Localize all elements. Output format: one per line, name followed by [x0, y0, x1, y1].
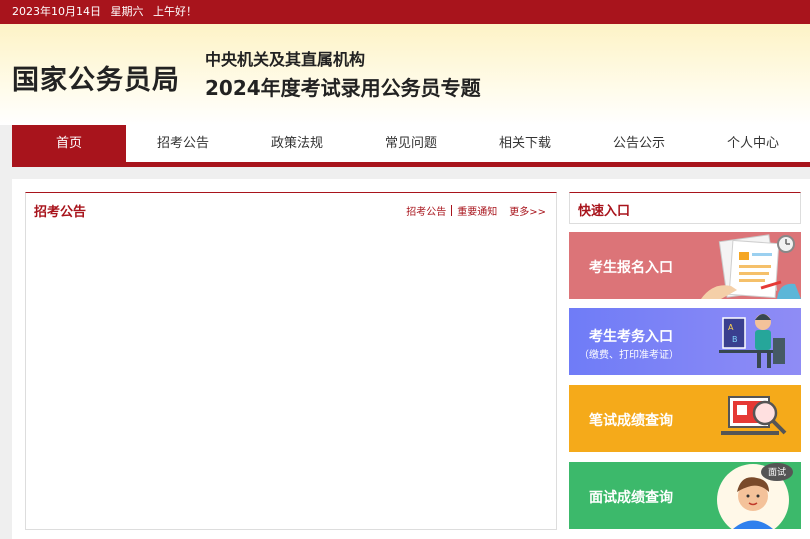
quick-entry-header: 快速入口 [569, 192, 801, 224]
svg-text:B: B [732, 335, 738, 344]
nav-personal-center[interactable]: 个人中心 [696, 125, 810, 162]
link-important-notices[interactable]: 重要通知 [457, 203, 497, 218]
nav-home[interactable]: 首页 [12, 125, 126, 162]
current-weekday: 星期六 [110, 5, 144, 18]
written-score-query-button[interactable]: 笔试成绩查询 [569, 385, 801, 452]
greeting: 上午好！ [153, 5, 197, 18]
sub-org-title: 中央机关及其直属机构 [205, 50, 366, 69]
link-recruitment-notices[interactable]: 招考公告 [406, 203, 446, 218]
interview-avatar-icon: 面试 [717, 463, 793, 529]
interview-bubble-text: 面试 [768, 466, 786, 478]
announcements-panel: 招考公告 招考公告 重要通知 更多>> [25, 192, 557, 530]
exam-affairs-entry-button[interactable]: 考生考务入口 （缴费、打印准考证） A B [569, 308, 801, 375]
interview-score-query-label: 面试成绩查询 [589, 490, 673, 506]
written-score-illustration-icon [721, 396, 787, 435]
site-header: 国家公务员局 中央机关及其直属机构 2024年度考试录用公务员专题 [0, 24, 810, 125]
nav-faq[interactable]: 常见问题 [354, 125, 468, 162]
interview-score-query-button[interactable]: 面试成绩查询 面试 [569, 462, 801, 529]
svg-text:A: A [728, 323, 734, 332]
quick-entry-title: 快速入口 [578, 204, 631, 219]
nav-public-notices[interactable]: 公告公示 [582, 125, 696, 162]
registration-entry-label: 考生报名入口 [589, 260, 673, 276]
more-link[interactable]: 更多>> [509, 203, 546, 218]
nav-downloads[interactable]: 相关下载 [468, 125, 582, 162]
nav-recruitment-notices[interactable]: 招考公告 [126, 125, 240, 162]
special-topic-title: 2024年度考试录用公务员专题 [205, 76, 481, 100]
exam-affairs-entry-label: 考生考务入口 [589, 329, 673, 345]
registration-illustration-icon [701, 234, 801, 299]
nav-policies[interactable]: 政策法规 [240, 125, 354, 162]
announcements-title: 招考公告 [34, 205, 87, 220]
main-nav: 首页 招考公告 政策法规 常见问题 相关下载 公告公示 个人中心 [12, 125, 810, 167]
site-name[interactable]: 国家公务员局 [12, 58, 180, 97]
announcements-links: 招考公告 重要通知 更多>> [406, 203, 546, 218]
exam-affairs-entry-sublabel: （缴费、打印准考证） [579, 350, 679, 361]
top-bar: 2023年10月14日 星期六 上午好！ [0, 0, 810, 24]
main-content: 招考公告 招考公告 重要通知 更多>> 快速入口 考生报名入口 考生考务入口 （… [12, 179, 810, 539]
exam-affairs-illustration-icon: A B [719, 314, 785, 368]
registration-entry-button[interactable]: 考生报名入口 [569, 232, 801, 299]
written-score-query-label: 笔试成绩查询 [589, 413, 673, 429]
current-date: 2023年10月14日 [12, 5, 101, 18]
link-divider [451, 205, 453, 216]
